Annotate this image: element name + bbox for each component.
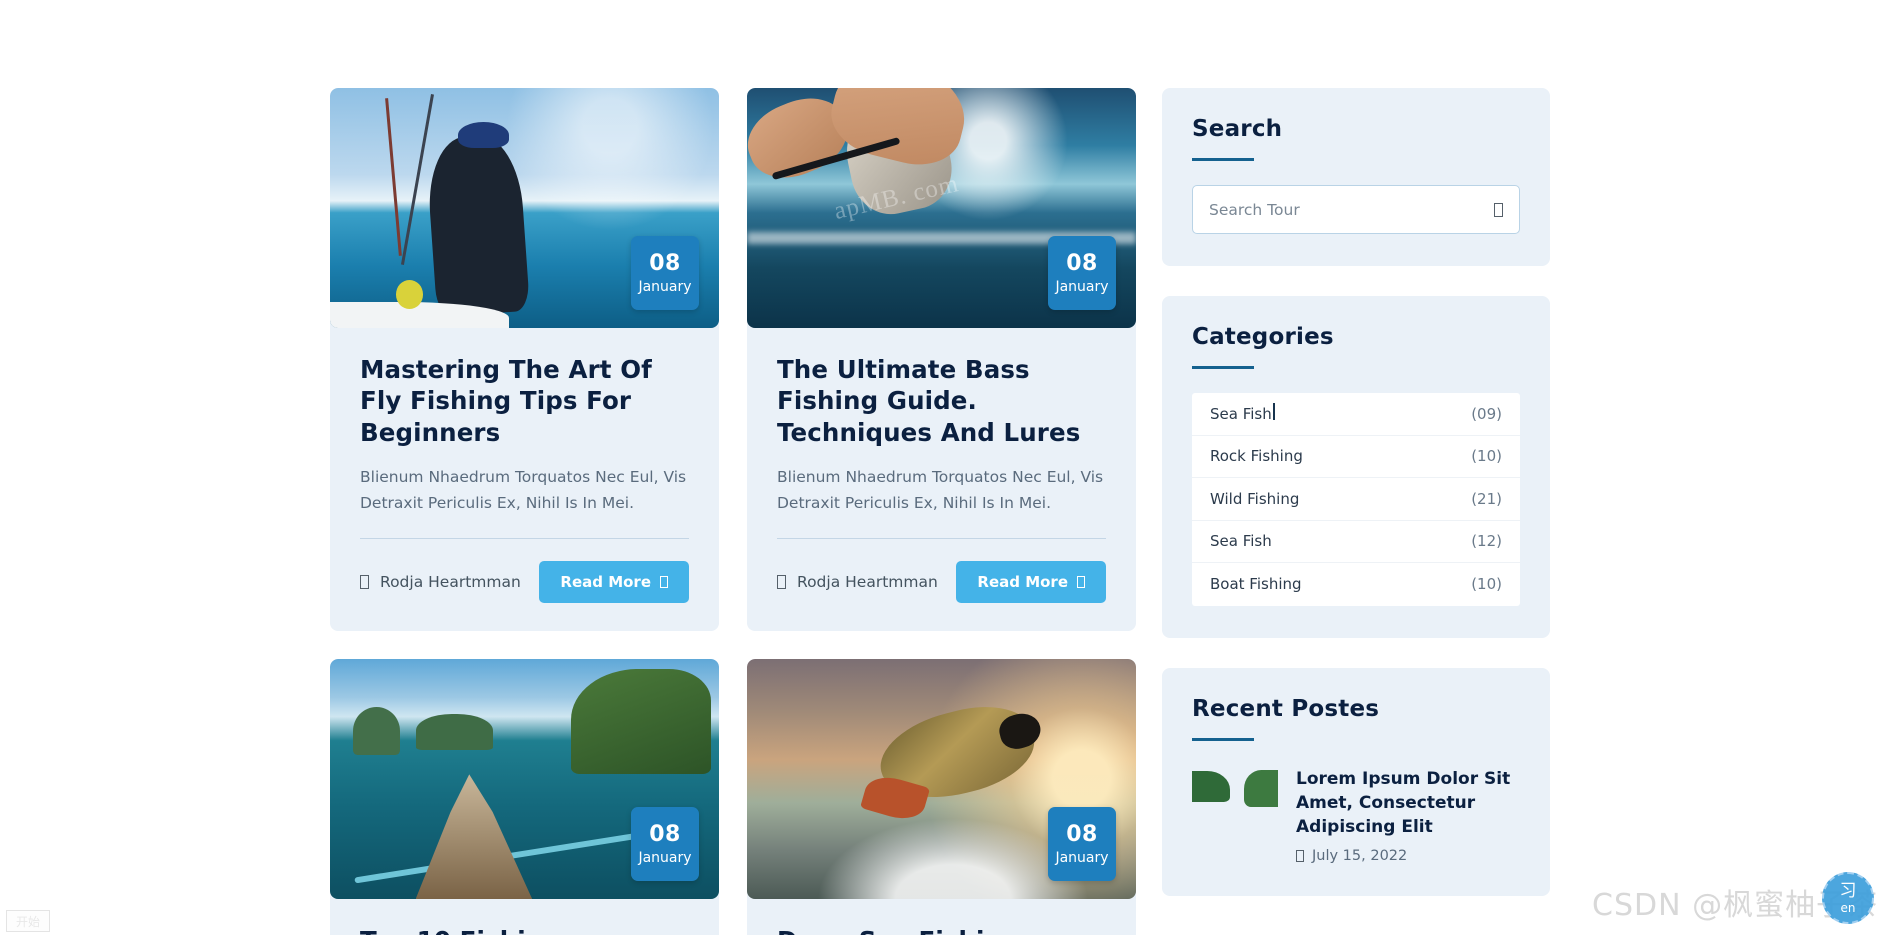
- post-title[interactable]: Mastering The Art Of Fly Fishing Tips Fo…: [360, 354, 689, 448]
- category-item[interactable]: Boat Fishing (10): [1192, 563, 1520, 606]
- hand-shape: [822, 88, 975, 175]
- post-card[interactable]: 08 January Mastering The Art Of Fly Fish…: [330, 88, 719, 632]
- recent-post-date-text: July 15, 2022: [1312, 847, 1408, 864]
- post-thumbnail[interactable]: 08 January: [747, 659, 1136, 900]
- categories-list: Sea Fish (09) Rock Fishing (10) Wild Fis…: [1192, 393, 1520, 606]
- content-wrapper: 08 January Mastering The Art Of Fly Fish…: [330, 88, 1550, 937]
- canoe-shape: [415, 774, 533, 900]
- date-month: January: [1055, 850, 1109, 867]
- ime-indicator-badge[interactable]: 习 en: [1822, 872, 1874, 924]
- search-icon[interactable]: [1494, 202, 1503, 217]
- post-date-badge: 08 January: [631, 236, 699, 310]
- post-author: Rodja Heartmman: [360, 573, 521, 591]
- buoy-shape: [396, 280, 424, 309]
- post-date-badge: 08 January: [1048, 236, 1116, 310]
- read-more-label: Read More: [560, 573, 651, 592]
- post-date-badge: 08 January: [1048, 807, 1116, 882]
- date-day: 08: [1066, 250, 1098, 276]
- date-month: January: [1055, 279, 1109, 296]
- title-underline: [1192, 158, 1254, 161]
- recent-post-text: Lorem Ipsum Dolor Sit Amet, Consectetur …: [1296, 765, 1520, 864]
- post-footer: Rodja Heartmman Read More: [360, 561, 689, 604]
- category-count: (10): [1471, 575, 1502, 594]
- post-footer: Rodja Heartmman Read More: [777, 561, 1106, 604]
- category-name: Wild Fishing: [1210, 489, 1300, 508]
- ime-badge-en-label: en: [1840, 900, 1856, 915]
- page-root: 08 January Mastering The Art Of Fly Fish…: [0, 0, 1890, 937]
- post-author: Rodja Heartmman: [777, 573, 938, 591]
- post-thumbnail[interactable]: 08 January: [330, 88, 719, 328]
- post-title[interactable]: The Ultimate Bass Fishing Guide. Techniq…: [777, 354, 1106, 448]
- boat-deck-shape: [330, 301, 509, 328]
- post-card[interactable]: apMB. com 08 January The Ultimate Bass F…: [747, 88, 1136, 632]
- user-icon: [777, 575, 786, 590]
- read-more-label: Read More: [977, 573, 1068, 592]
- category-name: Boat Fishing: [1210, 575, 1302, 594]
- category-count: (09): [1471, 404, 1502, 423]
- stock-photo-watermark: apMB. com: [831, 170, 961, 225]
- calendar-icon: [1296, 849, 1304, 862]
- fishing-rod-secondary-icon: [385, 97, 403, 256]
- category-item[interactable]: Rock Fishing (10): [1192, 436, 1520, 478]
- post-excerpt: Blienum Nhaedrum Torquatos Nec Eul, Vis …: [360, 468, 687, 512]
- author-name: Rodja Heartmman: [380, 573, 521, 592]
- arrow-right-icon: [1077, 576, 1085, 589]
- post-excerpt: Blienum Nhaedrum Torquatos Nec Eul, Vis …: [777, 468, 1104, 512]
- read-more-button[interactable]: Read More: [539, 561, 689, 604]
- post-card[interactable]: 08 January Top 10 Fishing Destinations B…: [330, 659, 719, 937]
- post-body: Top 10 Fishing Destinations Blienum Nhae…: [330, 899, 719, 937]
- category-count: (21): [1471, 489, 1502, 508]
- read-more-button[interactable]: Read More: [956, 561, 1106, 604]
- search-field[interactable]: [1192, 185, 1520, 234]
- sidebar: Search Categories Sea Fish (09) Rock Fis…: [1162, 88, 1550, 896]
- blog-post-grid: 08 January Mastering The Art Of Fly Fish…: [330, 88, 1136, 937]
- date-month: January: [638, 850, 692, 867]
- date-day: 08: [1066, 822, 1098, 847]
- title-underline: [1192, 366, 1254, 369]
- recent-post-title[interactable]: Lorem Ipsum Dolor Sit Amet, Consectetur …: [1296, 767, 1520, 839]
- post-thumbnail[interactable]: 08 January: [330, 659, 719, 900]
- date-day: 08: [649, 822, 681, 847]
- post-body: The Ultimate Bass Fishing Guide. Techniq…: [747, 328, 1136, 631]
- divider: [777, 538, 1106, 540]
- cliff-shape: [415, 714, 494, 751]
- fishing-rod-icon: [400, 93, 434, 265]
- post-card[interactable]: 08 January Deep-Sea Fishing Adventure. B…: [747, 659, 1136, 937]
- divider: [360, 538, 689, 540]
- date-day: 08: [649, 250, 681, 276]
- categories-widget: Categories Sea Fish (09) Rock Fishing (1…: [1162, 296, 1550, 638]
- categories-widget-title: Categories: [1192, 324, 1334, 350]
- title-underline: [1192, 737, 1254, 741]
- category-name: Sea Fish: [1210, 402, 1275, 423]
- post-body: Mastering The Art Of Fly Fishing Tips Fo…: [330, 328, 719, 631]
- category-name: Rock Fishing: [1210, 447, 1303, 466]
- recent-post-item[interactable]: Lorem Ipsum Dolor Sit Amet, Consectetur …: [1192, 765, 1520, 864]
- post-thumbnail[interactable]: apMB. com 08 January: [747, 88, 1136, 328]
- category-item[interactable]: Wild Fishing (21): [1192, 478, 1520, 521]
- ime-badge-cn-label: 习: [1839, 880, 1857, 901]
- search-widget-title: Search: [1192, 116, 1283, 142]
- category-count: (10): [1471, 447, 1502, 466]
- category-count: (12): [1471, 532, 1502, 551]
- category-item[interactable]: Sea Fish (12): [1192, 521, 1520, 563]
- recent-post-thumbnail[interactable]: [1192, 765, 1278, 851]
- taskbar-start-button[interactable]: 开始: [6, 910, 50, 932]
- recent-posts-widget: Recent Postes Lorem Ipsum Dolor Sit Amet…: [1162, 667, 1550, 896]
- cliff-shape: [571, 668, 712, 775]
- arrow-right-icon: [660, 576, 668, 589]
- post-body: Deep-Sea Fishing Adventure. Blienum Nhae…: [747, 899, 1136, 937]
- date-month: January: [638, 279, 692, 296]
- post-date-badge: 08 January: [631, 807, 699, 882]
- recent-post-date: July 15, 2022: [1296, 848, 1520, 864]
- recent-posts-widget-title: Recent Postes: [1192, 695, 1380, 722]
- search-input[interactable]: [1209, 200, 1494, 219]
- category-item[interactable]: Sea Fish (09): [1192, 393, 1520, 436]
- cliff-shape: [353, 707, 400, 756]
- author-name: Rodja Heartmman: [797, 573, 938, 592]
- category-name: Sea Fish: [1210, 532, 1272, 551]
- user-icon: [360, 575, 369, 590]
- search-widget: Search: [1162, 88, 1550, 266]
